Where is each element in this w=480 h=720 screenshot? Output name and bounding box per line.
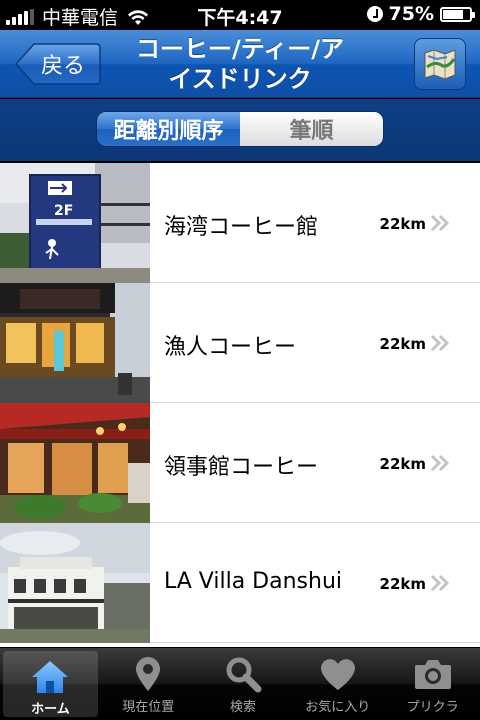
shop-thumbnail xyxy=(0,283,150,403)
camera-icon xyxy=(413,654,453,694)
tab-label: ホーム xyxy=(31,702,70,717)
tab-label: 現在位置 xyxy=(122,700,175,715)
tab-current-location[interactable]: 現在位置 xyxy=(101,648,196,720)
page-title-line1: コーヒー/ティー/ア xyxy=(135,35,345,63)
tab-bar: ホーム 現在位置 検索 お気に入り プリクラ xyxy=(0,648,480,720)
sort-by-stroke-segment[interactable]: 筆順 xyxy=(240,112,383,146)
status-bar: 中華電信 下午4:47 75% xyxy=(0,0,480,30)
tab-purikura[interactable]: プリクラ xyxy=(385,648,480,720)
location-pin-icon xyxy=(133,654,163,694)
tab-favorites[interactable]: お気に入り xyxy=(290,648,385,720)
battery-percent: 75% xyxy=(388,3,434,25)
shop-thumbnail xyxy=(0,403,150,523)
shop-distance: 22km xyxy=(379,575,426,593)
tab-label: お気に入り xyxy=(305,700,371,715)
rotation-lock-icon xyxy=(366,6,383,22)
page-title: コーヒー/ティー/ア イスドリンク xyxy=(110,34,370,94)
sort-by-distance-segment[interactable]: 距離別順序 xyxy=(97,112,240,146)
home-icon xyxy=(30,657,70,696)
shop-list: 2F 海湾コーヒー館 22km 漁人コーヒー 22km 領事館コーヒー 22km… xyxy=(0,163,480,647)
list-item[interactable]: LA Villa Danshui 22km xyxy=(0,523,480,643)
back-button[interactable]: 戻る xyxy=(14,42,102,86)
list-item[interactable]: 2F 海湾コーヒー館 22km xyxy=(0,163,480,283)
thumb-sign-text: 2F xyxy=(54,203,73,219)
shop-name: 漁人コーヒー xyxy=(164,335,297,360)
list-item[interactable]: 領事館コーヒー 22km xyxy=(0,403,480,523)
shop-distance: 22km xyxy=(379,215,426,233)
shop-name: 領事館コーヒー xyxy=(164,455,319,480)
double-chevron-right-icon xyxy=(430,454,450,472)
tab-home[interactable]: ホーム xyxy=(3,651,98,717)
navigation-bar: 戻る コーヒー/ティー/ア イスドリンク xyxy=(0,30,480,98)
battery-fill xyxy=(443,9,463,19)
sort-segmented-control: 距離別順序 筆順 xyxy=(96,111,384,147)
heart-icon xyxy=(318,654,358,694)
double-chevron-right-icon xyxy=(430,214,450,232)
back-button-label: 戻る xyxy=(40,54,85,79)
shop-name: 海湾コーヒー館 xyxy=(164,215,319,240)
tab-search[interactable]: 検索 xyxy=(196,648,291,720)
list-item[interactable]: 漁人コーヒー 22km xyxy=(0,283,480,403)
shop-name: LA Villa Danshui xyxy=(164,569,343,594)
sort-bar: 距離別順序 筆順 xyxy=(0,99,480,161)
shop-distance: 22km xyxy=(379,455,426,473)
shop-distance: 22km xyxy=(379,335,426,353)
page-title-line2: イスドリンク xyxy=(168,65,312,93)
status-right: 75% xyxy=(366,3,475,25)
battery-icon xyxy=(440,6,475,22)
double-chevron-right-icon xyxy=(430,334,450,352)
shop-thumbnail xyxy=(0,523,150,643)
double-chevron-right-icon xyxy=(430,574,450,592)
shop-thumbnail: 2F xyxy=(0,163,150,283)
tab-label: プリクラ xyxy=(406,700,459,715)
map-button[interactable] xyxy=(414,38,466,90)
search-icon xyxy=(223,654,263,694)
map-icon xyxy=(424,49,456,80)
tab-label: 検索 xyxy=(229,700,256,715)
